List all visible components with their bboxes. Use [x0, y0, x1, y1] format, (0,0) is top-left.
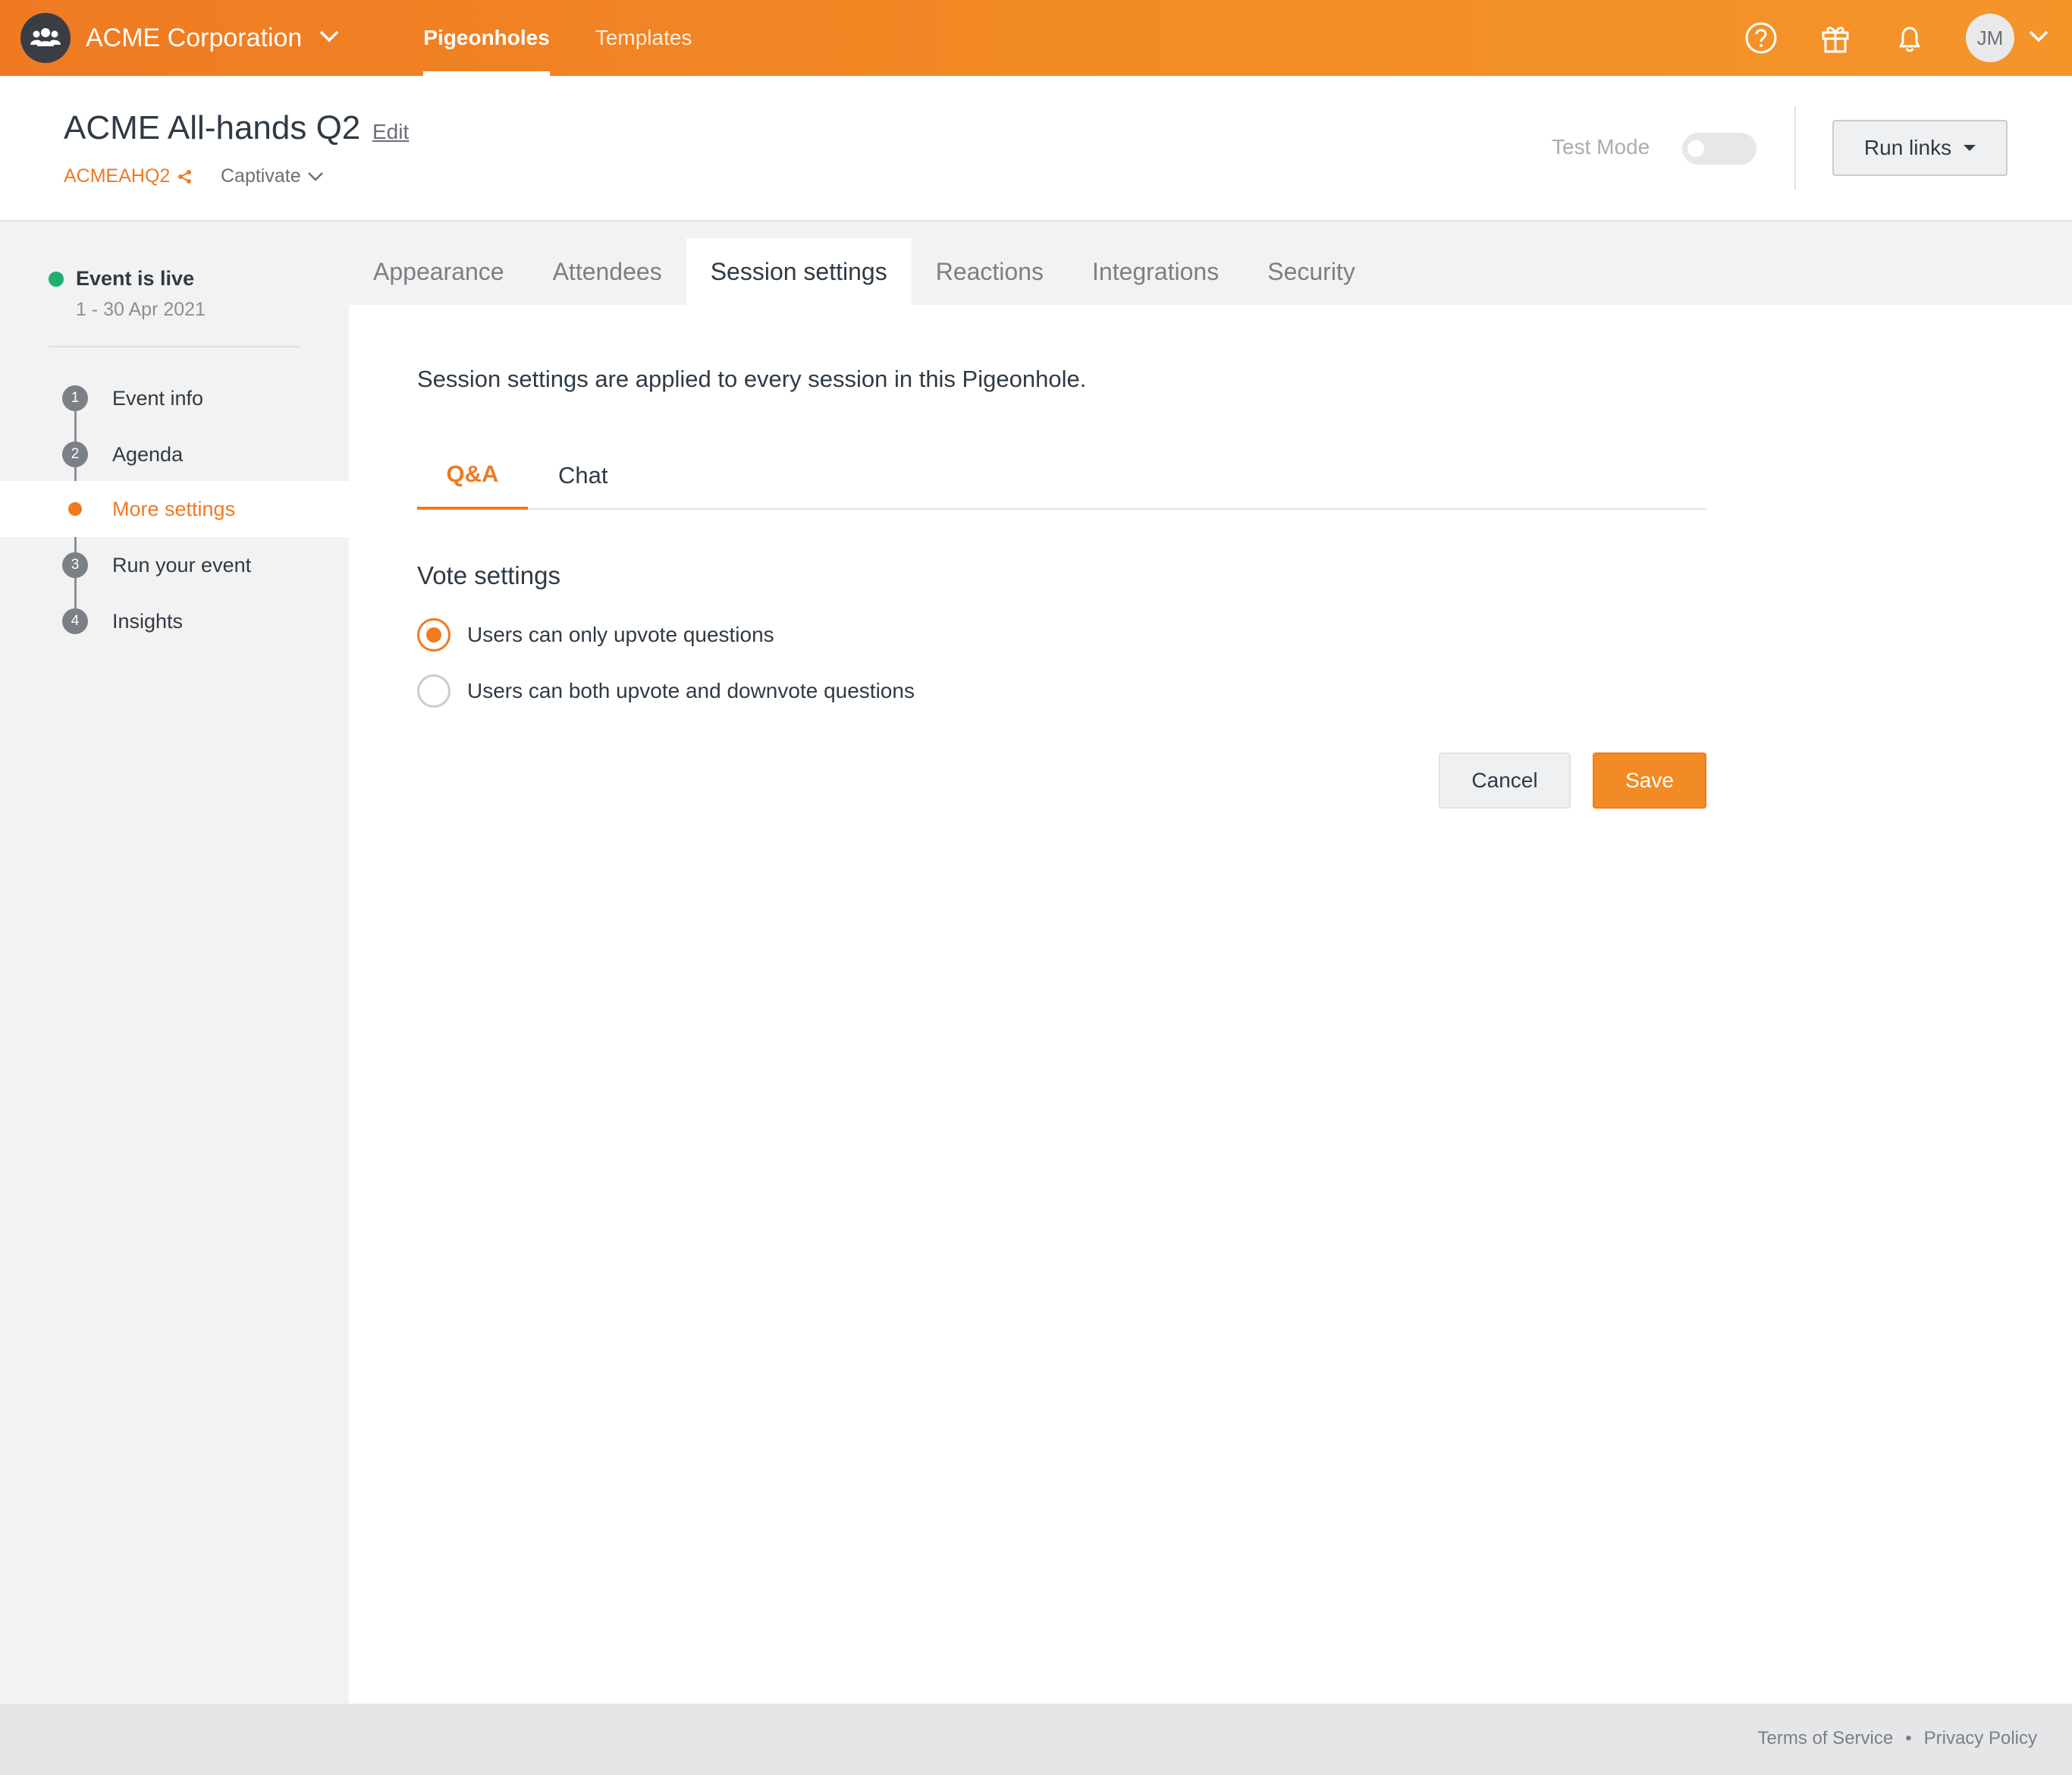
- subtab-chat[interactable]: Chat: [558, 441, 607, 510]
- sidebar-item-agenda[interactable]: 2 Agenda: [0, 426, 349, 482]
- vote-option-up-and-down[interactable]: Users can both upvote and downvote quest…: [417, 674, 915, 708]
- org-switcher[interactable]: ACME Corporation: [20, 0, 340, 76]
- sidebar-item-label: Run your event: [112, 553, 252, 576]
- radio-button[interactable]: [417, 618, 451, 652]
- chevron-down-icon: [319, 30, 340, 47]
- event-code-share[interactable]: ACMEAHQ2: [64, 165, 193, 187]
- tab-session-settings[interactable]: Session settings: [686, 238, 912, 305]
- people-icon: [20, 13, 71, 63]
- footer-links: Terms of Service • Privacy Policy: [1758, 1728, 2038, 1749]
- sidebar: Event is live 1 - 30 Apr 2021 1 Event in…: [0, 223, 349, 1704]
- event-code: ACMEAHQ2: [64, 165, 171, 187]
- event-header: ACME All-hands Q2 Edit ACMEAHQ2 Captivat…: [0, 76, 2072, 221]
- nav-templates[interactable]: Templates: [595, 0, 692, 76]
- footer-separator: •: [1905, 1728, 1912, 1748]
- nav-pigeonholes[interactable]: Pigeonholes: [423, 0, 551, 76]
- sidebar-item-more-settings[interactable]: More settings: [0, 481, 349, 537]
- tab-reactions[interactable]: Reactions: [912, 238, 1068, 305]
- event-dates: 1 - 30 Apr 2021: [76, 299, 206, 320]
- sidebar-item-event-info[interactable]: 1 Event info: [0, 370, 349, 426]
- bell-icon[interactable]: [1891, 20, 1928, 56]
- radio-label: Users can both upvote and downvote quest…: [467, 679, 915, 702]
- help-icon[interactable]: [1743, 20, 1779, 56]
- tab-attendees[interactable]: Attendees: [529, 238, 686, 305]
- gift-icon[interactable]: [1817, 20, 1854, 56]
- section-title: Vote settings: [417, 561, 560, 589]
- step-number: 1: [62, 385, 88, 411]
- sidebar-item-label: More settings: [112, 497, 236, 520]
- footer: Terms of Service • Privacy Policy: [0, 1704, 2072, 1775]
- session-settings-panel: Session settings are applied to every se…: [349, 305, 2072, 1704]
- privacy-link[interactable]: Privacy Policy: [1924, 1728, 2037, 1749]
- top-right-actions: JM: [1743, 0, 2072, 76]
- step-number: 2: [62, 441, 88, 467]
- caret-down-icon: [1964, 145, 1976, 151]
- subtab-qa[interactable]: Q&A: [417, 441, 528, 510]
- active-step-dot: [68, 502, 82, 516]
- main-nav: Pigeonholes Templates: [423, 0, 737, 76]
- settings-tabs: Appearance Attendees Session settings Re…: [349, 238, 1380, 305]
- radio-button[interactable]: [417, 674, 451, 708]
- radio-label: Users can only upvote questions: [467, 623, 774, 646]
- tab-security[interactable]: Security: [1243, 238, 1380, 305]
- sidebar-item-label: Agenda: [112, 442, 184, 466]
- chevron-down-icon: [307, 171, 323, 181]
- test-mode-label: Test Mode: [1552, 135, 1650, 159]
- toggle-knob: [1687, 140, 1704, 157]
- test-mode-toggle[interactable]: [1682, 133, 1756, 165]
- step-number: 4: [62, 608, 88, 634]
- avatar[interactable]: JM: [1966, 14, 2014, 62]
- run-links-button[interactable]: Run links: [1832, 120, 2008, 176]
- top-navigation-bar: ACME Corporation Pigeonholes Templates J…: [0, 0, 2072, 76]
- org-name: ACME Corporation: [86, 23, 303, 52]
- event-status: Event is live: [76, 267, 195, 290]
- cancel-button[interactable]: Cancel: [1439, 752, 1571, 809]
- intro-text: Session settings are applied to every se…: [417, 366, 1087, 392]
- save-button[interactable]: Save: [1593, 752, 1706, 809]
- share-icon: [178, 169, 192, 184]
- edit-title-link[interactable]: Edit: [372, 120, 409, 144]
- divider: [49, 346, 300, 347]
- chevron-down-icon[interactable]: [2028, 30, 2049, 47]
- tab-integrations[interactable]: Integrations: [1068, 238, 1243, 305]
- divider: [1794, 106, 1796, 190]
- plan-dropdown[interactable]: Captivate: [221, 165, 324, 187]
- run-links-label: Run links: [1863, 136, 1952, 159]
- terms-link[interactable]: Terms of Service: [1758, 1728, 1894, 1749]
- sidebar-item-insights[interactable]: 4 Insights: [0, 593, 349, 649]
- vote-option-upvote-only[interactable]: Users can only upvote questions: [417, 617, 774, 652]
- live-status-dot: [49, 272, 64, 287]
- tab-appearance[interactable]: Appearance: [349, 238, 529, 305]
- settings-subtabs: Q&A Chat: [417, 441, 1706, 510]
- page-title: ACME All-hands Q2: [64, 109, 361, 146]
- plan-label: Captivate: [221, 165, 301, 187]
- step-number: 3: [62, 552, 88, 578]
- sidebar-item-label: Insights: [112, 609, 184, 633]
- sidebar-item-run-your-event[interactable]: 3 Run your event: [0, 537, 349, 593]
- sidebar-item-label: Event info: [112, 386, 204, 410]
